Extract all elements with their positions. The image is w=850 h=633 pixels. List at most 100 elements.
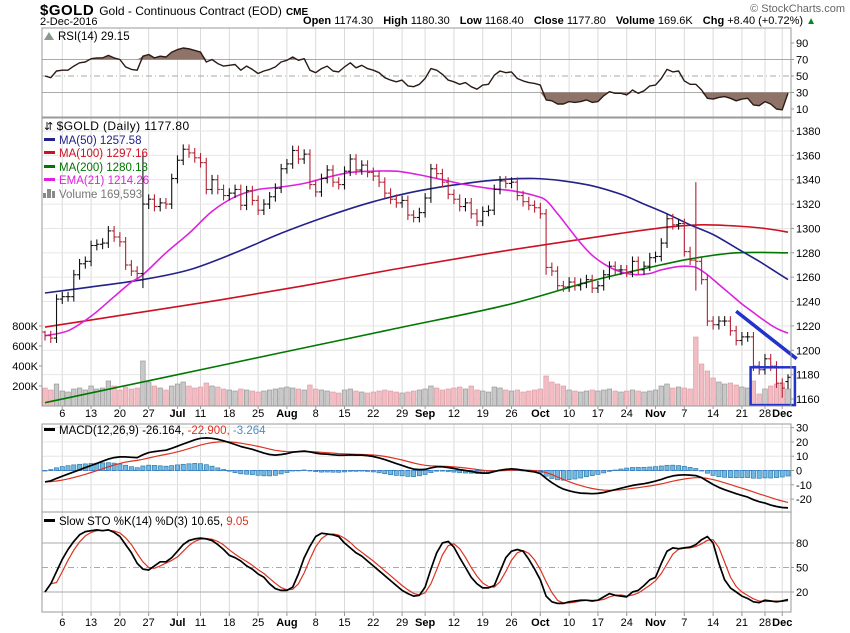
svg-text:15: 15 [338,408,350,420]
svg-text:11: 11 [195,408,206,420]
macd-legend: MACD(12,26,9) -26.164, -22.900, -3.264 [44,425,266,439]
svg-text:28: 28 [759,617,771,629]
svg-text:Oct: Oct [531,408,550,420]
svg-text:14: 14 [707,617,719,629]
svg-text:8: 8 [313,617,319,629]
svg-text:20: 20 [796,587,808,599]
sto-d-value: 9.05 [226,516,249,528]
stockcharts-credit: © StockCharts.com [750,3,845,15]
svg-text:1260: 1260 [796,272,820,284]
svg-text:Nov: Nov [645,617,667,629]
svg-text:25: 25 [252,617,264,629]
svg-text:6: 6 [59,408,65,420]
rsi-legend-text: RSI(14) 29.15 [58,31,130,43]
svg-text:28: 28 [759,408,771,420]
chart-canvas: 66131320202727JulJul111118182525AugAug88… [12,27,820,629]
close-label: Close [533,15,564,27]
svg-text:22: 22 [367,408,379,420]
low-label: Low [459,15,482,27]
svg-text:7: 7 [681,408,687,420]
volume-label: Volume [615,15,655,27]
svg-text:30: 30 [796,88,808,100]
svg-text:19: 19 [477,617,489,629]
svg-text:50: 50 [796,71,808,83]
svg-text:27: 27 [143,617,155,629]
low-value: 1168.40 [484,15,524,27]
svg-text:20: 20 [114,408,126,420]
sto-swatch-icon [44,519,55,523]
legend-ma50: MA(50) 1257.58 [44,135,190,149]
price-title: $GOLD (Daily) 1177.80 [56,119,190,133]
svg-text:18: 18 [223,408,235,420]
price-arrows-icon: ⇵ [44,121,54,133]
svg-text:10: 10 [563,617,575,629]
svg-text:19: 19 [477,408,489,420]
svg-text:26: 26 [505,408,517,420]
svg-text:26: 26 [505,617,517,629]
svg-text:80: 80 [796,538,808,550]
svg-text:50: 50 [796,563,808,575]
svg-text:10: 10 [796,104,808,116]
svg-text:12: 12 [448,408,460,420]
svg-text:24: 24 [621,617,633,629]
svg-text:1300: 1300 [796,223,820,235]
svg-text:1360: 1360 [796,150,820,162]
svg-text:1200: 1200 [796,345,820,357]
symbol-name: Gold - Continuous Contract (EOD) [99,4,282,18]
svg-text:1340: 1340 [796,175,820,187]
svg-text:13: 13 [85,617,97,629]
svg-text:11: 11 [195,617,206,629]
svg-text:1180: 1180 [796,370,820,382]
svg-text:1220: 1220 [796,321,820,333]
svg-text:17: 17 [592,617,604,629]
stockcharts-chart: $GOLD Gold - Continuous Contract (EOD) CME… [0,0,850,633]
svg-text:Aug: Aug [276,408,297,420]
svg-text:12: 12 [448,617,460,629]
ma50-swatch-icon [44,137,55,141]
ema21-swatch-icon [44,178,55,182]
svg-text:20: 20 [114,617,126,629]
volume-value: 169.6K [657,15,693,27]
svg-text:1320: 1320 [796,199,820,211]
svg-text:Dec: Dec [772,617,792,629]
svg-text:13: 13 [85,408,97,420]
svg-text:15: 15 [338,617,350,629]
legend-ema21: EMA(21) 1214.26 [44,175,190,189]
svg-text:7: 7 [681,617,687,629]
svg-text:Sep: Sep [415,408,435,420]
svg-text:18: 18 [223,617,235,629]
svg-text:10: 10 [796,451,808,463]
legend-ma100: MA(100) 1297.16 [44,148,190,162]
open-label: Open [303,15,332,27]
macd-legend-text: MACD(12,26,9) -26.164, [59,425,185,437]
svg-text:29: 29 [396,617,408,629]
svg-text:27: 27 [143,408,155,420]
rsi-panel [42,47,791,111]
quote-summary: Open 1174.30 High 1180.30 Low 1168.40 Cl… [296,15,816,27]
svg-text:Sep: Sep [415,617,435,629]
macd-hist-value: -3.264 [232,425,266,437]
svg-text:0: 0 [796,466,802,478]
svg-text:21: 21 [736,617,748,629]
volume-bars-icon [43,188,55,198]
svg-text:Dec: Dec [772,408,792,420]
price-legend: ⇵ $GOLD (Daily) 1177.80 MA(50) 1257.58 MA… [43,119,190,202]
svg-text:10: 10 [563,408,575,420]
ma200-swatch-icon [44,164,55,168]
svg-text:24: 24 [621,408,633,420]
svg-text:90: 90 [796,38,808,50]
svg-text:22: 22 [367,617,379,629]
svg-text:Oct: Oct [531,617,550,629]
ma100-swatch-icon [44,151,55,155]
stochastic-legend: Slow STO %K(14) %D(3) 10.65, 9.05 [44,516,249,530]
svg-text:30: 30 [796,423,808,435]
svg-text:1380: 1380 [796,126,820,138]
svg-text:70: 70 [796,55,808,67]
svg-text:400K: 400K [12,361,38,373]
svg-text:-10: -10 [796,480,812,492]
svg-text:20: 20 [796,437,808,449]
chg-label: Chg [702,15,725,27]
chg-value: +8.40 (+0.72%) [727,15,804,27]
svg-text:1280: 1280 [796,248,820,260]
high-value: 1180.30 [410,15,450,27]
